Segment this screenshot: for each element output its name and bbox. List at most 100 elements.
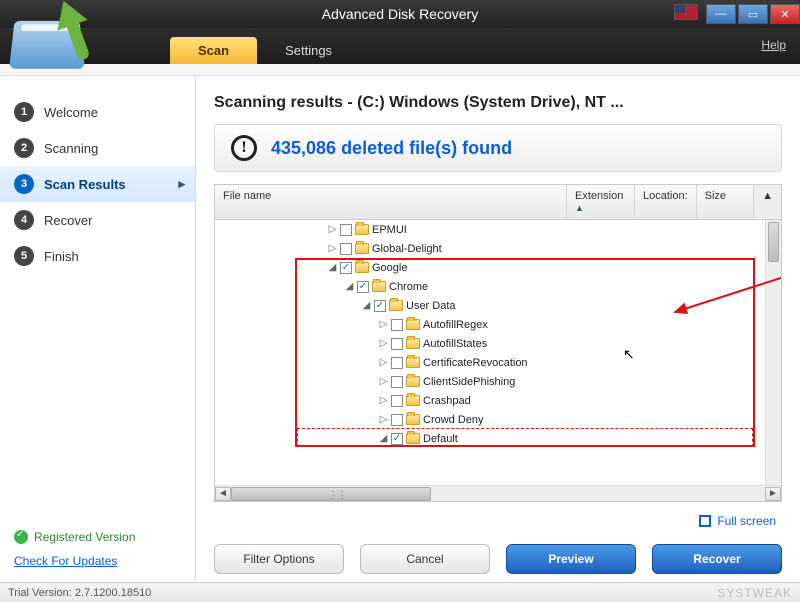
recover-button[interactable]: Recover <box>652 544 782 574</box>
folder-icon <box>389 300 403 311</box>
tree-row[interactable]: ▷ EPMUI <box>215 220 781 239</box>
step-scanning[interactable]: 2Scanning <box>0 130 195 166</box>
tree-label: EPMUI <box>372 224 407 236</box>
expander-icon[interactable]: ▷ <box>379 396 388 405</box>
tree-row[interactable]: ◢✓ Chrome <box>215 277 781 296</box>
expander-icon[interactable]: ◢ <box>345 282 354 291</box>
tree-row[interactable]: ▷ ClientSidePhishing <box>215 372 781 391</box>
check-updates-link[interactable]: Check For Updates <box>14 554 117 568</box>
registered-status: Registered Version <box>14 530 181 544</box>
window-title: Advanced Disk Recovery <box>322 6 478 22</box>
expander-icon[interactable]: ▷ <box>379 415 388 424</box>
expander-icon[interactable]: ▷ <box>379 320 388 329</box>
checkbox[interactable] <box>340 224 352 236</box>
checkbox[interactable]: ✓ <box>374 300 386 312</box>
folder-icon <box>355 262 369 273</box>
checkbox[interactable]: ✓ <box>357 281 369 293</box>
tree-row[interactable]: ◢✓ User Data <box>215 296 781 315</box>
hscroll-thumb[interactable]: ⋮⋮ <box>231 487 431 501</box>
scroll-right-icon[interactable]: ► <box>765 487 781 501</box>
scroll-thumb[interactable] <box>768 222 779 262</box>
folder-icon <box>406 376 420 387</box>
folder-icon <box>406 414 420 425</box>
col-extension[interactable]: Extension ▲ <box>567 185 635 219</box>
folder-icon <box>406 433 420 444</box>
step-scan-results[interactable]: 3Scan Results <box>0 166 195 202</box>
expander-icon[interactable]: ◢ <box>379 434 388 443</box>
tree-label: CertificateRevocation <box>423 357 528 369</box>
fullscreen-icon <box>699 515 711 527</box>
close-button[interactable]: ✕ <box>770 4 800 24</box>
tree-row[interactable]: ▷AutofillStates <box>215 334 781 353</box>
tree-body[interactable]: ▷EPMUI▷Global-Delight◢✓Google◢✓Chrome◢✓U… <box>215 220 781 485</box>
checkbox[interactable] <box>391 357 403 369</box>
checkbox[interactable] <box>391 319 403 331</box>
steps-list: 1Welcome 2Scanning 3Scan Results 4Recove… <box>0 76 195 274</box>
preview-button[interactable]: Preview <box>506 544 636 574</box>
tab-scan[interactable]: Scan <box>170 37 257 64</box>
col-filename[interactable]: File name <box>215 185 567 219</box>
expander-icon[interactable]: ▷ <box>379 358 388 367</box>
tree-row[interactable]: ▷AutofillRegex <box>215 315 781 334</box>
fullscreen-link[interactable]: Full screen <box>214 514 782 528</box>
expander-icon[interactable]: ▷ <box>328 225 337 234</box>
expander-icon[interactable]: ◢ <box>362 301 371 310</box>
flag-icon[interactable] <box>674 4 698 20</box>
folder-icon <box>406 395 420 406</box>
tree-label: Crowd Deny <box>423 414 484 426</box>
col-size[interactable]: Size <box>697 185 754 219</box>
tree-row[interactable]: ▷ CertificateRevocation <box>215 353 781 372</box>
expander-icon[interactable]: ▷ <box>328 244 337 253</box>
tree-row[interactable]: ◢✓ Default <box>215 429 781 448</box>
folder-icon <box>406 338 420 349</box>
step-welcome[interactable]: 1Welcome <box>0 94 195 130</box>
checkbox[interactable] <box>391 414 403 426</box>
checkbox[interactable]: ✓ <box>391 433 403 445</box>
checkbox[interactable]: ✓ <box>340 262 352 274</box>
button-row: Filter Options Cancel Preview Recover <box>214 540 782 574</box>
step-finish[interactable]: 5Finish <box>0 238 195 274</box>
folder-icon <box>355 224 369 235</box>
tree-row[interactable]: ▷Crashpad <box>215 391 781 410</box>
checkbox[interactable] <box>391 338 403 350</box>
horizontal-scrollbar[interactable]: ◄ ⋮⋮ ► <box>215 485 781 501</box>
expander-icon[interactable]: ◢ <box>328 263 337 272</box>
checkbox[interactable] <box>391 376 403 388</box>
help-link[interactable]: Help <box>761 38 786 52</box>
tree-label: Default <box>423 433 458 445</box>
sort-icon: ▲ <box>575 203 584 213</box>
expander-icon[interactable]: ▷ <box>379 377 388 386</box>
content-area: Scanning results - (C:) Windows (System … <box>196 76 800 582</box>
alert-icon: ! <box>231 135 257 161</box>
scroll-left-icon[interactable]: ◄ <box>215 487 231 501</box>
minimize-button[interactable]: — <box>706 4 736 24</box>
version-text: Trial Version: 2.7.1200.18510 <box>8 587 151 599</box>
watermark: SYSTWEAK <box>717 586 792 600</box>
folder-icon <box>406 357 420 368</box>
folder-icon <box>406 319 420 330</box>
tree-label: User Data <box>406 300 456 312</box>
tree-row[interactable]: ▷ Crowd Deny <box>215 410 781 429</box>
step-recover[interactable]: 4Recover <box>0 202 195 238</box>
tree-row[interactable]: ◢✓ Google <box>215 258 781 277</box>
tree-row[interactable]: ▷Global-Delight <box>215 239 781 258</box>
header-tabs: Scan Settings Help <box>0 28 800 64</box>
toolbar-strip <box>0 64 800 76</box>
results-panel: File name Extension ▲ Location: Size ▲ ▷… <box>214 184 782 502</box>
checkbox[interactable] <box>391 395 403 407</box>
results-count: 435,086 deleted file(s) found <box>271 138 512 159</box>
vertical-scrollbar[interactable] <box>765 220 781 485</box>
filter-options-button[interactable]: Filter Options <box>214 544 344 574</box>
sidebar: 1Welcome 2Scanning 3Scan Results 4Recove… <box>0 76 196 582</box>
tree-label: Google <box>372 262 407 274</box>
cancel-button[interactable]: Cancel <box>360 544 490 574</box>
maximize-button[interactable]: ▭ <box>738 4 768 24</box>
expander-icon[interactable]: ▷ <box>379 339 388 348</box>
folder-icon <box>372 281 386 292</box>
checkbox[interactable] <box>340 243 352 255</box>
tree-label: ClientSidePhishing <box>423 376 515 388</box>
tab-settings[interactable]: Settings <box>257 37 360 64</box>
col-location[interactable]: Location: <box>635 185 697 219</box>
tree-label: Chrome <box>389 281 428 293</box>
page-title: Scanning results - (C:) Windows (System … <box>214 94 782 112</box>
